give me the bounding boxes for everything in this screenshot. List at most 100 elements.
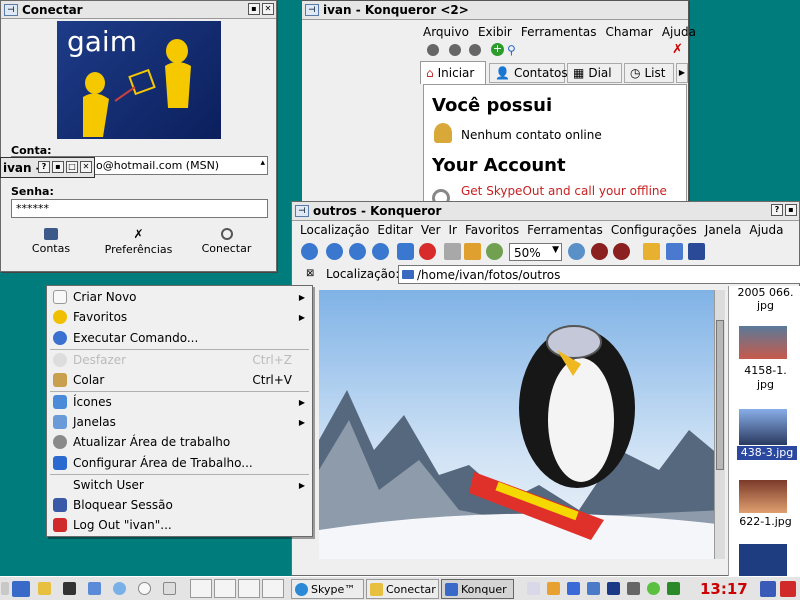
home-folder-icon[interactable]: [38, 582, 51, 595]
package-icon[interactable]: [88, 582, 101, 595]
zoom-in-icon[interactable]: [568, 243, 585, 260]
image-viewer[interactable]: [319, 290, 725, 559]
reload-icon[interactable]: [397, 243, 414, 260]
search-icon[interactable]: ⚲: [507, 43, 516, 57]
rotate-left-icon[interactable]: [591, 243, 608, 260]
home-icon[interactable]: [372, 243, 389, 260]
window-menu-icon[interactable]: ⊣: [305, 4, 319, 16]
record-icon[interactable]: [469, 44, 481, 56]
image-icon[interactable]: [464, 243, 481, 260]
shield-icon[interactable]: [449, 44, 461, 56]
panel-hide-arrow-icon[interactable]: [1, 582, 9, 595]
menu-item-configurar[interactable]: Configurar Área de Trabalho...: [47, 453, 312, 473]
maximize-button[interactable]: □: [66, 161, 78, 173]
gaim-tray-icon[interactable]: [587, 582, 600, 595]
menu-ajuda[interactable]: Ajuda: [749, 223, 783, 237]
zoom-select[interactable]: 50% ▼: [509, 243, 562, 261]
menu-ver[interactable]: Ver: [421, 223, 441, 237]
image-scrollbar[interactable]: [714, 290, 725, 559]
minimize-button[interactable]: ▪: [248, 3, 260, 15]
menu-ir[interactable]: Ir: [449, 223, 457, 237]
task-skype[interactable]: Skype™: [291, 579, 364, 599]
menu-ajuda[interactable]: Ajuda: [662, 25, 696, 39]
split-view-icon[interactable]: [666, 243, 683, 260]
close-button[interactable]: ✕: [80, 161, 92, 173]
menu-item-switch-user[interactable]: Switch User ▶: [47, 475, 312, 495]
window-menu-icon[interactable]: ⊣: [295, 205, 309, 217]
file-thumb-3[interactable]: [739, 480, 787, 513]
up-icon[interactable]: [349, 243, 366, 260]
menu-item-atualizar[interactable]: Atualizar Área de trabalho: [47, 432, 312, 452]
tab-scroll-right-button[interactable]: ▶: [676, 63, 688, 83]
desktop-2[interactable]: [214, 579, 236, 598]
scroll-thumb[interactable]: [716, 320, 724, 470]
window-menu-icon[interactable]: ⊣: [4, 3, 18, 16]
menu-item-executar[interactable]: Executar Comando...: [47, 328, 312, 348]
tools-icon[interactable]: ✗: [672, 42, 683, 57]
menu-item-criar-novo[interactable]: Criar Novo ▶: [47, 287, 312, 307]
volume-icon[interactable]: [627, 582, 640, 595]
tab-dial[interactable]: ▦ Dial: [567, 63, 622, 83]
ivan-mini-titlebar[interactable]: ivan - ? ▪ □ ✕: [0, 157, 95, 178]
menu-favoritos[interactable]: Favoritos: [465, 223, 519, 237]
menu-item-logout[interactable]: Log Out "ivan"...: [47, 515, 312, 535]
status-dot-icon[interactable]: [427, 44, 439, 56]
file-item-selected[interactable]: 438-3.jpg: [737, 446, 797, 460]
menu-janela[interactable]: Janela: [705, 223, 742, 237]
konqueror-titlebar[interactable]: ⊣ outros - Konqueror ? ▪: [292, 202, 799, 221]
print-icon[interactable]: [444, 243, 461, 260]
menu-ferramentas[interactable]: Ferramentas: [521, 25, 597, 39]
file-thumb-1[interactable]: [739, 326, 787, 359]
menu-item-janelas[interactable]: Janelas ▶: [47, 412, 312, 432]
clipboard-icon[interactable]: [527, 582, 540, 595]
menu-localizacao[interactable]: Localização: [300, 223, 369, 237]
desktop-1[interactable]: [190, 579, 212, 598]
password-field[interactable]: ******: [11, 199, 268, 218]
zoom-icon[interactable]: [486, 243, 503, 260]
file-item[interactable]: 4158-1. jpg: [729, 364, 800, 392]
desktop-3[interactable]: [238, 579, 260, 598]
task-conectar[interactable]: Conectar: [366, 579, 439, 599]
terminal-icon[interactable]: [63, 582, 76, 595]
forward-icon[interactable]: [326, 243, 343, 260]
menu-exibir[interactable]: Exibir: [478, 25, 512, 39]
display-icon[interactable]: [607, 582, 620, 595]
add-contact-icon[interactable]: +: [491, 43, 504, 56]
close-button[interactable]: ✕: [262, 3, 274, 15]
help-button[interactable]: ?: [38, 161, 50, 173]
file-thumb-4[interactable]: [739, 544, 787, 576]
menu-chamar[interactable]: Chamar: [605, 25, 652, 39]
lock-screen-icon[interactable]: [760, 581, 776, 597]
menu-item-colar[interactable]: Colar Ctrl+V: [47, 370, 312, 390]
contas-button[interactable]: Contas: [26, 228, 76, 255]
back-icon[interactable]: [301, 243, 318, 260]
sticky-button[interactable]: ▪: [52, 161, 64, 173]
desktop-4[interactable]: [262, 579, 284, 598]
task-konqueror[interactable]: Konquer: [441, 579, 514, 599]
tab-contatos[interactable]: 👤 Contatos: [489, 63, 568, 83]
location-input[interactable]: /home/ivan/fotos/outros: [398, 265, 800, 284]
clear-location-icon[interactable]: ⊠: [306, 268, 314, 279]
tab-iniciar[interactable]: ⌂ Iniciar: [420, 61, 486, 84]
skype-titlebar[interactable]: ⊣ ivan - Konqueror <2>: [302, 1, 688, 20]
preferencias-button[interactable]: ✗ Preferências: [101, 228, 176, 257]
skype-tray-icon[interactable]: [547, 582, 560, 595]
skypeout-link[interactable]: Get SkypeOut and call your offline: [461, 184, 667, 198]
menu-arquivo[interactable]: Arquivo: [423, 25, 469, 39]
file-item[interactable]: 622-1.jpg: [729, 515, 800, 529]
text-editor-icon[interactable]: [163, 582, 176, 595]
kde-menu-icon[interactable]: [12, 581, 30, 597]
menu-configuracoes[interactable]: Configurações: [611, 223, 697, 237]
stop-icon[interactable]: [419, 243, 436, 260]
logout-icon[interactable]: [780, 581, 796, 597]
view-mode-icon[interactable]: [643, 243, 660, 260]
conectar-button[interactable]: Conectar: [199, 228, 254, 255]
sticky-button[interactable]: ▪: [785, 204, 797, 216]
clock[interactable]: 13:17: [700, 580, 748, 598]
help-icon[interactable]: [138, 582, 151, 595]
menu-item-icones[interactable]: Ícones ▶: [47, 392, 312, 412]
network-icon[interactable]: [567, 582, 580, 595]
file-thumb-2[interactable]: [739, 409, 787, 445]
menu-item-bloquear[interactable]: Bloquear Sessão: [47, 495, 312, 515]
tab-list[interactable]: ◷ List: [624, 63, 674, 83]
